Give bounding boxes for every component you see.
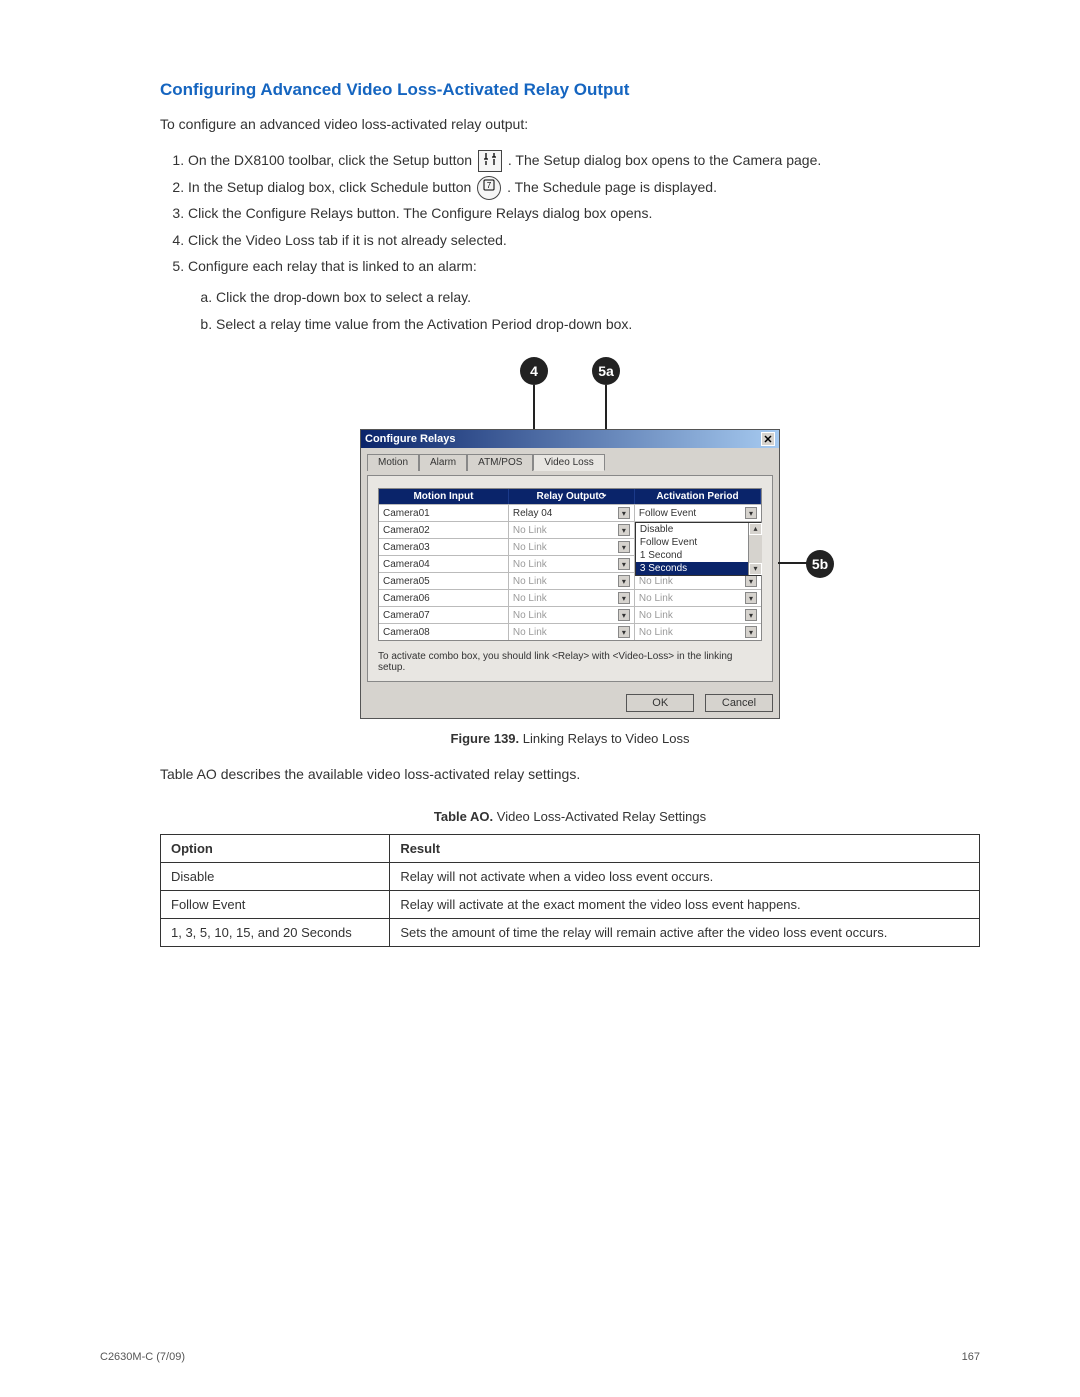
svg-text:7: 7	[487, 181, 492, 190]
tab-video-loss[interactable]: Video Loss	[533, 454, 604, 471]
camera-cell: Camera04	[379, 556, 509, 572]
page-footer: C2630M-C (7/09) 167	[100, 1351, 980, 1363]
table-row: Camera01Relay 04▾Follow Event▾DisableFol…	[379, 504, 761, 521]
table-row: 1, 3, 5, 10, 15, and 20 SecondsSets the …	[161, 919, 980, 947]
chevron-down-icon[interactable]: ▾	[745, 626, 757, 638]
relay-output-dropdown[interactable]: No Link▾	[509, 522, 635, 538]
step-4: Click the Video Loss tab if it is not al…	[188, 227, 980, 254]
col-relay-output: Relay Output⟳	[509, 489, 635, 504]
camera-cell: Camera01	[379, 505, 509, 521]
intro-text: To configure an advanced video loss-acti…	[160, 114, 980, 135]
relay-grid: Motion Input Relay Output⟳ Activation Pe…	[378, 488, 762, 641]
camera-cell: Camera08	[379, 624, 509, 640]
step-2: In the Setup dialog box, click Schedule …	[188, 174, 980, 201]
configure-relays-dialog: Configure Relays ✕ Motion Alarm ATM/POS …	[360, 429, 780, 719]
dropdown-option[interactable]: Follow Event	[636, 536, 760, 549]
close-icon[interactable]: ✕	[761, 432, 775, 446]
option-cell: Follow Event	[161, 891, 390, 919]
settings-table: Option Result DisableRelay will not acti…	[160, 834, 980, 947]
chevron-down-icon[interactable]: ▾	[618, 592, 630, 604]
step-5b: Select a relay time value from the Activ…	[216, 311, 980, 338]
camera-cell: Camera06	[379, 590, 509, 606]
activation-period-dropdown[interactable]: No Link▾	[635, 624, 761, 640]
th-result: Result	[390, 835, 980, 863]
chevron-down-icon[interactable]: ▾	[618, 626, 630, 638]
figure-139: 4 5a Configure Relays ✕ Motion Alarm ATM…	[160, 357, 980, 746]
figure-caption: Figure 139. Linking Relays to Video Loss	[160, 731, 980, 746]
chevron-down-icon[interactable]: ▾	[618, 507, 630, 519]
relay-output-dropdown[interactable]: No Link▾	[509, 556, 635, 572]
option-cell: 1, 3, 5, 10, 15, and 20 Seconds	[161, 919, 390, 947]
dialog-title-text: Configure Relays	[365, 433, 455, 445]
step-3: Click the Configure Relays button. The C…	[188, 200, 980, 227]
combo-hint-text: To activate combo box, you should link <…	[378, 651, 762, 673]
chevron-down-icon[interactable]: ▾	[745, 592, 757, 604]
callout-5b-wrap: 5b	[806, 550, 834, 578]
table-row: DisableRelay will not activate when a vi…	[161, 863, 980, 891]
table-row: Follow EventRelay will activate at the e…	[161, 891, 980, 919]
callout-5b: 5b	[806, 550, 834, 578]
chevron-down-icon[interactable]: ▾	[745, 609, 757, 621]
step-5: Configure each relay that is linked to a…	[188, 253, 980, 337]
camera-cell: Camera07	[379, 607, 509, 623]
camera-cell: Camera02	[379, 522, 509, 538]
option-cell: Disable	[161, 863, 390, 891]
camera-cell: Camera03	[379, 539, 509, 555]
dropdown-option[interactable]: 3 Seconds	[636, 562, 760, 575]
relay-output-dropdown[interactable]: No Link▾	[509, 573, 635, 589]
footer-page-number: 167	[962, 1351, 980, 1363]
chevron-down-icon[interactable]: ▾	[618, 609, 630, 621]
callout-4: 4	[520, 357, 548, 385]
ok-button[interactable]: OK	[626, 694, 694, 712]
result-cell: Relay will not activate when a video los…	[390, 863, 980, 891]
relay-output-dropdown[interactable]: No Link▾	[509, 590, 635, 606]
activation-period-dropdown[interactable]: No Link▾	[635, 590, 761, 606]
table-row: Camera06No Link▾No Link▾	[379, 589, 761, 606]
tab-motion[interactable]: Motion	[367, 454, 419, 471]
result-cell: Sets the amount of time the relay will r…	[390, 919, 980, 947]
activation-period-dropdown[interactable]: Follow Event▾DisableFollow Event1 Second…	[635, 505, 761, 521]
chevron-down-icon[interactable]: ▾	[745, 507, 757, 519]
activation-period-dropdown-list[interactable]: DisableFollow Event1 Second3 Seconds▴▾	[635, 522, 761, 576]
step-1: On the DX8100 toolbar, click the Setup b…	[188, 147, 980, 174]
camera-cell: Camera05	[379, 573, 509, 589]
dropdown-option[interactable]: 1 Second	[636, 549, 760, 562]
callout-5a: 5a	[592, 357, 620, 385]
steps-list: On the DX8100 toolbar, click the Setup b…	[160, 147, 980, 337]
schedule-icon: 7	[477, 176, 501, 200]
setup-icon	[478, 150, 502, 172]
dropdown-option[interactable]: Disable	[636, 523, 760, 536]
table-row: Camera08No Link▾No Link▾	[379, 623, 761, 640]
section-title: Configuring Advanced Video Loss-Activate…	[160, 80, 980, 100]
footer-left: C2630M-C (7/09)	[100, 1351, 185, 1363]
chevron-down-icon[interactable]: ▾	[618, 541, 630, 553]
relay-output-dropdown[interactable]: No Link▾	[509, 607, 635, 623]
table-caption: Table AO. Video Loss-Activated Relay Set…	[160, 809, 980, 824]
tab-panel: 5b Motion Input Relay Output⟳ Activation…	[367, 475, 773, 682]
col-activation-period: Activation Period	[635, 489, 761, 504]
table-row: Camera07No Link▾No Link▾	[379, 606, 761, 623]
scrollbar[interactable]: ▴▾	[748, 523, 762, 575]
step-5a: Click the drop-down box to select a rela…	[216, 284, 980, 311]
result-cell: Relay will activate at the exact moment …	[390, 891, 980, 919]
relay-output-dropdown[interactable]: No Link▾	[509, 539, 635, 555]
chevron-down-icon[interactable]: ▾	[618, 558, 630, 570]
th-option: Option	[161, 835, 390, 863]
tab-atmpos[interactable]: ATM/POS	[467, 454, 533, 471]
chevron-down-icon[interactable]: ▾	[745, 575, 757, 587]
chevron-down-icon[interactable]: ▾	[618, 575, 630, 587]
relay-output-dropdown[interactable]: No Link▾	[509, 624, 635, 640]
relay-output-dropdown[interactable]: Relay 04▾	[509, 505, 635, 521]
tab-alarm[interactable]: Alarm	[419, 454, 467, 471]
chevron-down-icon[interactable]: ▾	[618, 524, 630, 536]
after-figure-text: Table AO describes the available video l…	[160, 764, 980, 785]
activation-period-dropdown[interactable]: No Link▾	[635, 607, 761, 623]
col-motion-input: Motion Input	[379, 489, 509, 504]
cancel-button[interactable]: Cancel	[705, 694, 773, 712]
